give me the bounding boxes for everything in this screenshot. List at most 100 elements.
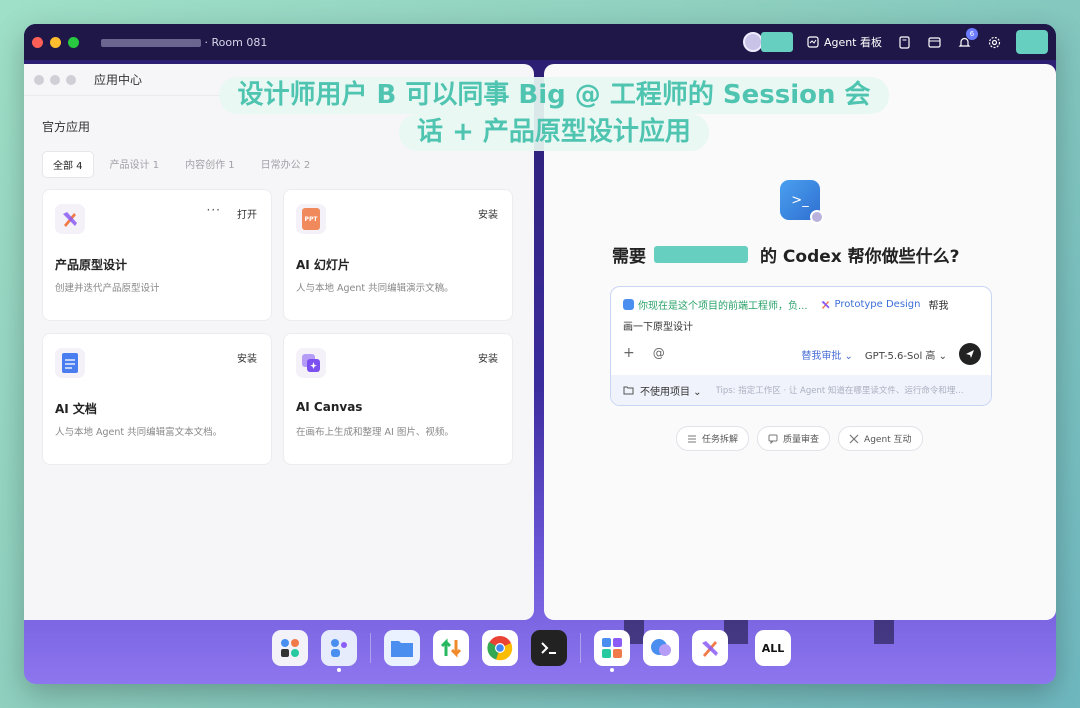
- dock-chrome-icon[interactable]: [482, 630, 518, 666]
- dock-app-grid-icon[interactable]: [594, 630, 630, 672]
- avatar: [742, 32, 763, 52]
- dock-terminal-icon[interactable]: [531, 630, 567, 666]
- dock-chat-icon[interactable]: [643, 630, 679, 666]
- maximize-button[interactable]: [66, 74, 76, 85]
- window-controls-inactive: [34, 74, 76, 85]
- dock-folder-icon[interactable]: [384, 630, 420, 666]
- card-description: 人与本地 Agent 共同编辑演示文稿。: [296, 283, 454, 294]
- quick-action-agent-interaction[interactable]: Agent 互动: [838, 426, 923, 451]
- approval-mode-select[interactable]: 替我审批 ⌄: [801, 347, 853, 362]
- card-description: 在画布上生成和整理 AI 图片、视频。: [296, 427, 454, 438]
- minimize-button[interactable]: [50, 36, 61, 48]
- running-indicator: [337, 668, 341, 672]
- card-title: AI 文档: [55, 402, 97, 416]
- project-select[interactable]: 不使用项目 ⌄: [640, 383, 702, 398]
- room-title: · Room 081: [101, 36, 267, 49]
- room-name: Room 081: [211, 35, 268, 49]
- desktop: · Room 081 Agent 看板 6 应用中心 官方应用 全部 4 产品设…: [24, 24, 1056, 684]
- app-card-document[interactable]: 安装 AI 文档 人与本地 Agent 共同编辑富文本文档。: [42, 333, 272, 465]
- card-title: AI 幻灯片: [296, 258, 350, 272]
- dock-all-apps-button[interactable]: ALL: [755, 630, 791, 666]
- close-button[interactable]: [32, 36, 43, 48]
- quick-action-task-breakdown[interactable]: 任务拆解: [676, 426, 750, 451]
- menu-bar: · Room 081 Agent 看板 6: [24, 24, 1056, 60]
- quick-action-quality-review[interactable]: 质量审查: [757, 426, 831, 451]
- book-icon[interactable]: [896, 34, 912, 50]
- checklist-icon: [688, 435, 696, 442]
- add-attachment-button[interactable]: +: [623, 345, 635, 361]
- tab-all[interactable]: 全部 4: [42, 151, 94, 178]
- quick-action-label: Agent 互动: [864, 435, 912, 445]
- blurred-name: [101, 38, 201, 47]
- app-mention-chip[interactable]: Prototype Design: [820, 299, 921, 310]
- category-tabs: 全部 4 产品设计 1 内容创作 1 日常办公 2: [42, 151, 320, 178]
- window-title: 应用中心: [94, 73, 143, 87]
- folder-icon: [623, 386, 634, 395]
- redacted-block: [1016, 30, 1048, 54]
- hero-suffix: 的 Codex 帮你做些什么?: [760, 247, 960, 267]
- prototype-design-icon: [821, 301, 830, 309]
- bell-icon[interactable]: 6: [956, 28, 978, 50]
- install-button[interactable]: 安装: [478, 206, 498, 221]
- mention-button[interactable]: @: [653, 346, 665, 360]
- prompt-composer[interactable]: 你现在是这个项目的前端工程师，负... Prototype Design 帮我 …: [610, 286, 992, 406]
- ppt-icon: PPT: [296, 204, 326, 234]
- app-chip-label: Prototype Design: [834, 299, 921, 310]
- tab-daily-office[interactable]: 日常办公 2: [251, 151, 321, 178]
- caption-overlay: 设计师用户 B 可以同事 Big @ 工程师的 Session 会 话 + 产品…: [194, 77, 914, 151]
- composer-options: 替我审批 ⌄ GPT-5.6-Sol 高 ⌄: [801, 343, 981, 365]
- user-chip[interactable]: [742, 32, 793, 52]
- model-select[interactable]: GPT-5.6-Sol 高 ⌄: [865, 347, 947, 362]
- running-indicator: [610, 668, 614, 672]
- minimize-button[interactable]: [50, 74, 60, 85]
- install-button[interactable]: 安装: [478, 350, 498, 365]
- app-card-slides[interactable]: PPT 安装 AI 幻灯片 人与本地 Agent 共同编辑演示文稿。: [283, 189, 513, 321]
- tools-icon: [849, 434, 859, 443]
- app-card-canvas[interactable]: 安装 AI Canvas 在画布上生成和整理 AI 图片、视频。: [283, 333, 513, 465]
- open-button[interactable]: 打开: [237, 206, 257, 221]
- send-button[interactable]: [959, 343, 981, 365]
- agent-board-button[interactable]: Agent 看板: [807, 34, 882, 50]
- session-chip-label: 你现在是这个项目的前端工程师，负...: [638, 301, 808, 312]
- quick-action-label: 任务拆解: [702, 435, 739, 445]
- card-description: 创建并迭代产品原型设计: [55, 283, 160, 294]
- card-title: 产品原型设计: [55, 258, 128, 272]
- card-title: AI Canvas: [296, 400, 363, 414]
- prompt-text[interactable]: 画一下原型设计: [623, 318, 693, 333]
- dock-spacer: [741, 633, 742, 663]
- tips-text: Tips: 指定工作区 · 让 Agent 知道在哪里读文件、运行命令和埋...: [715, 386, 964, 396]
- ppt-icon-label: PPT: [302, 208, 320, 230]
- more-button[interactable]: ···: [207, 203, 221, 217]
- dock-separator: [370, 633, 371, 663]
- app-card-prototype[interactable]: ··· 打开 产品原型设计 创建并迭代产品原型设计: [42, 189, 272, 321]
- quick-actions: 任务拆解 质量审查 Agent 互动: [676, 426, 923, 451]
- session-mention-chip[interactable]: 你现在是这个项目的前端工程师，负...: [623, 297, 808, 312]
- document-icon: [55, 348, 85, 378]
- tab-product-design[interactable]: 产品设计 1: [100, 151, 170, 178]
- quick-action-label: 质量审查: [783, 435, 820, 445]
- dock-prototype-design-icon[interactable]: [692, 630, 728, 666]
- prompt-text-tail: 帮我: [928, 301, 949, 312]
- dock-app-cluster-icon[interactable]: [272, 630, 308, 666]
- maximize-button[interactable]: [68, 36, 79, 48]
- tab-content-creation[interactable]: 内容创作 1: [175, 151, 245, 178]
- canvas-icon: [296, 348, 326, 378]
- close-button[interactable]: [34, 74, 44, 85]
- hero-prefix: 需要: [612, 247, 646, 267]
- composer-footer: 不使用项目 ⌄ Tips: 指定工作区 · 让 Agent 知道在哪里读文件、运…: [611, 375, 991, 405]
- hero-prompt: 需要 的 Codex 帮你做些什么?: [612, 242, 960, 267]
- calendar-icon[interactable]: [926, 34, 942, 50]
- send-icon: [966, 350, 974, 358]
- session-icon: [623, 299, 634, 310]
- install-button[interactable]: 安装: [237, 350, 257, 365]
- avatar: [810, 210, 824, 224]
- redacted-name: [760, 32, 793, 52]
- dock-people-icon[interactable]: [321, 630, 357, 672]
- dock-transfer-icon[interactable]: [433, 630, 469, 666]
- chat-icon: [768, 434, 778, 444]
- context-chips: 你现在是这个项目的前端工程师，负... Prototype Design 帮我: [623, 297, 983, 312]
- agent-board-label: Agent 看板: [823, 36, 882, 49]
- topbar-actions: Agent 看板 6: [742, 28, 1048, 54]
- card-description: 人与本地 Agent 共同编辑富文本文档。: [55, 427, 223, 438]
- gear-icon[interactable]: [986, 34, 1002, 50]
